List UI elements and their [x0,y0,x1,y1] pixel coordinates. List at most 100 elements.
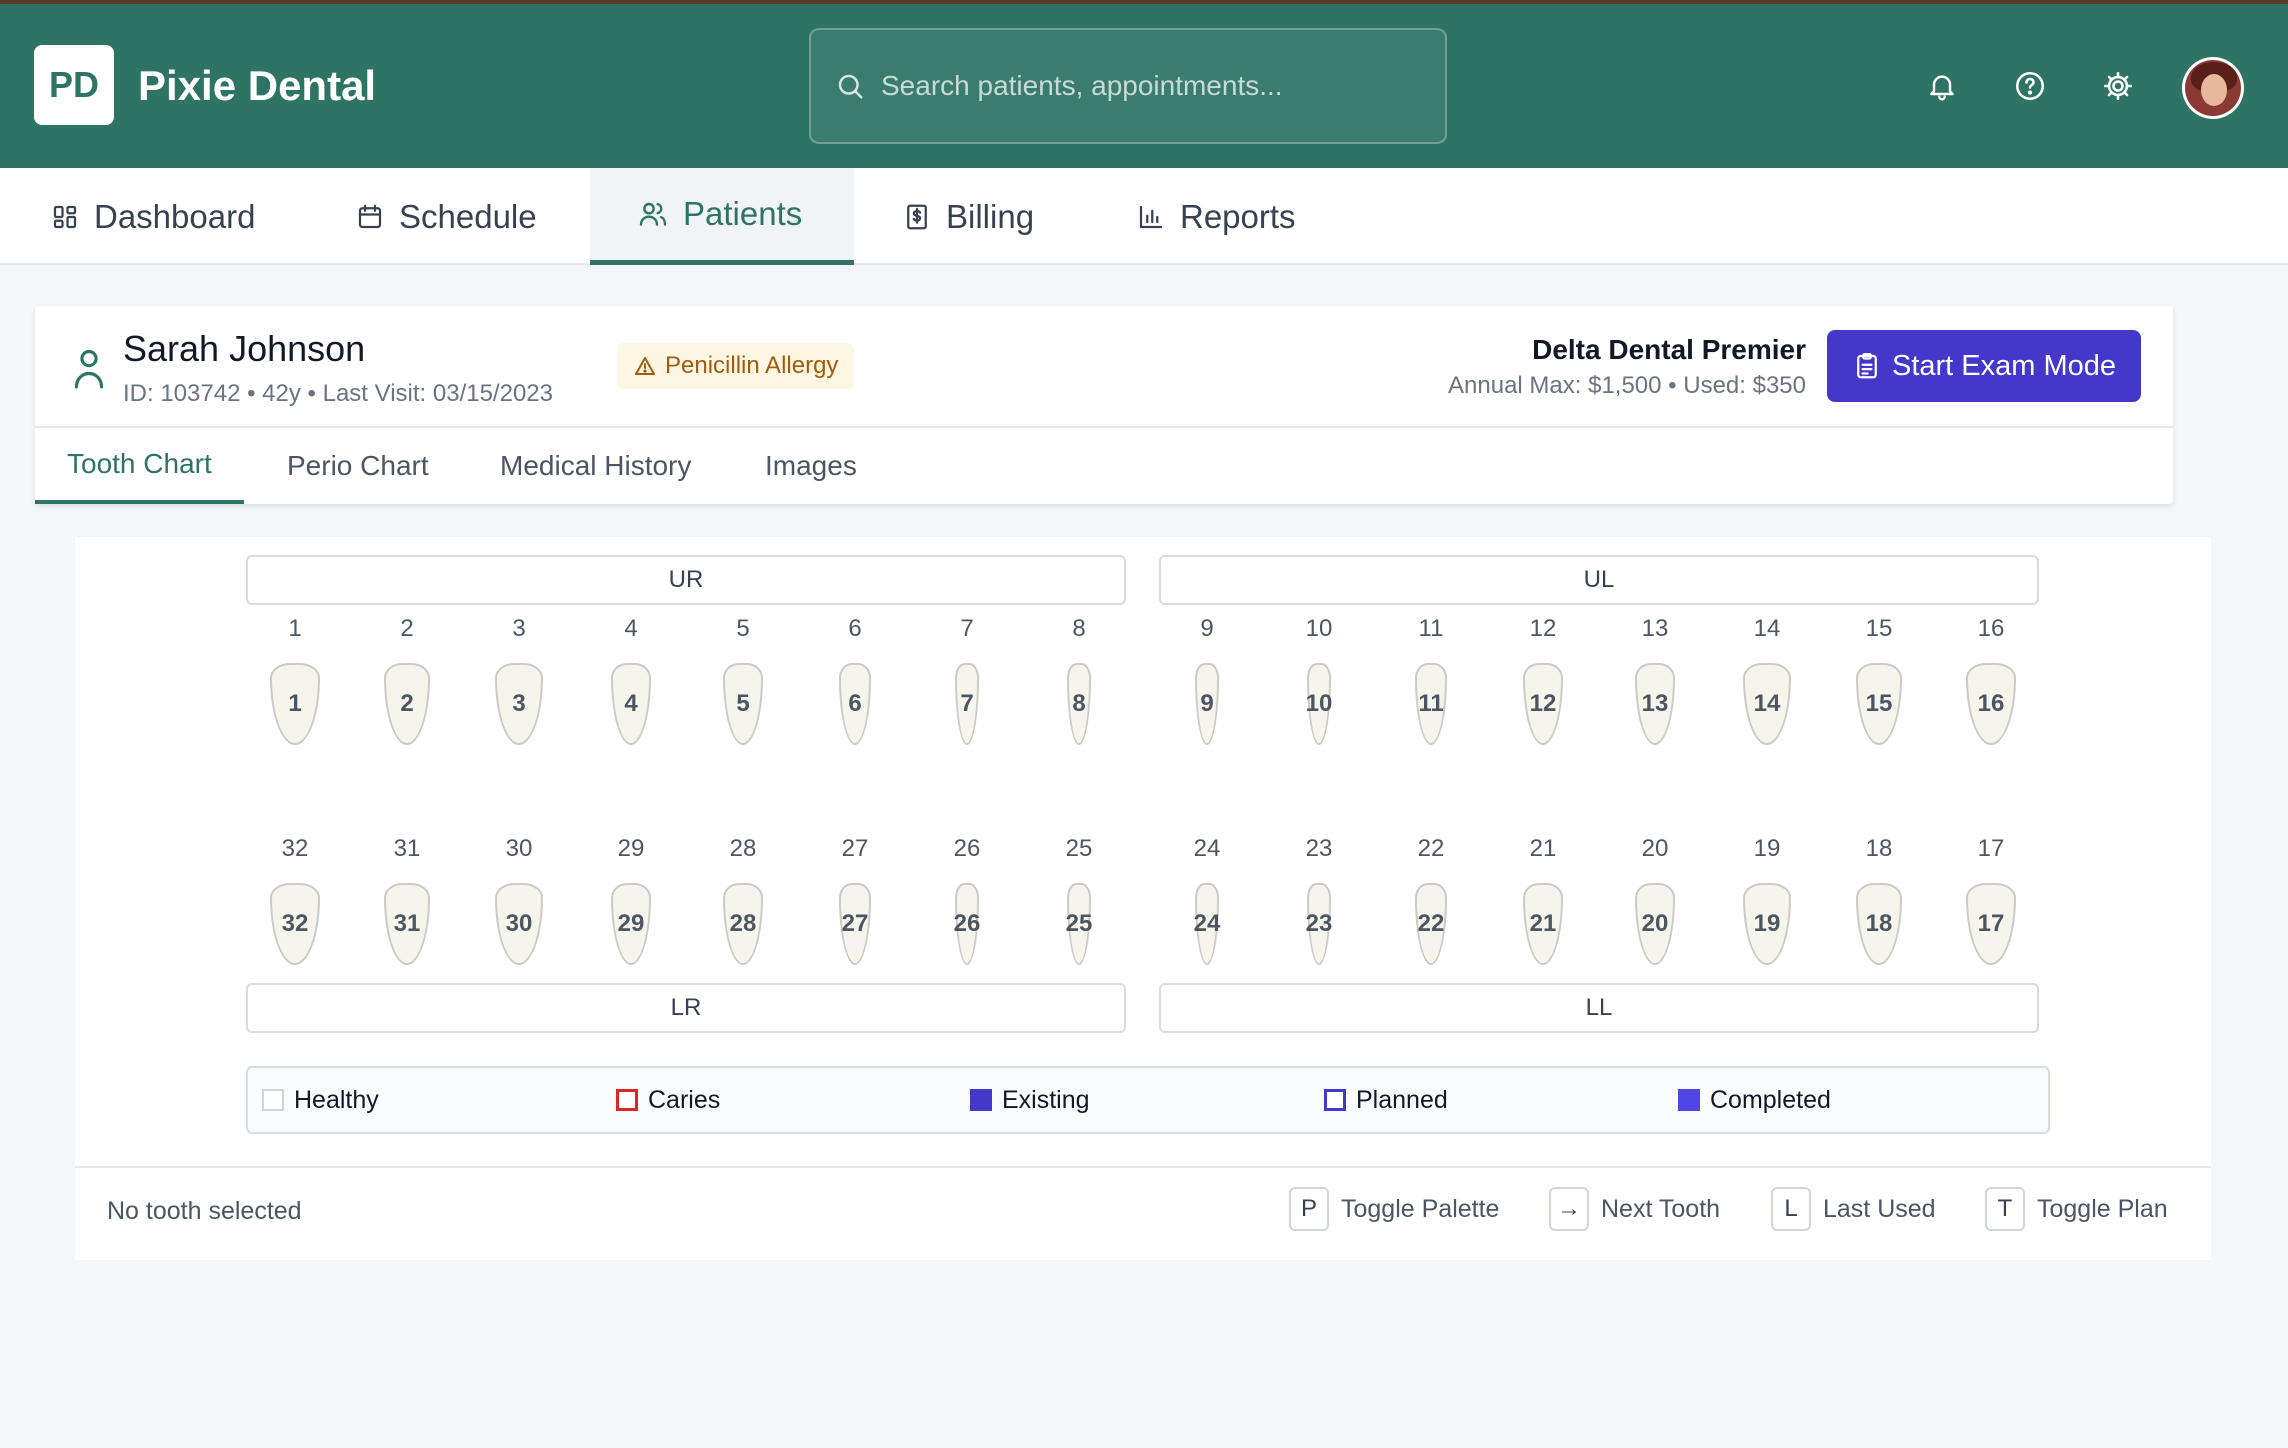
shortcut-last-used-label: Last Used [1823,1194,1936,1223]
tab-images[interactable]: Images [733,428,889,504]
lower-tooth-number: 24 [1193,835,1221,862]
tooth[interactable]: 15 [1856,663,1902,745]
lower-tooth-number: 29 [617,835,645,862]
lower-tooth-number: 31 [393,835,421,862]
lower-tooth-number: 30 [505,835,533,862]
app-logo: PD [34,45,114,125]
nav-billing-label: Billing [946,197,1035,235]
tooth[interactable]: 4 [611,663,651,745]
tooth[interactable]: 23 [1306,883,1332,965]
upper-tooth-number: 5 [736,615,750,642]
upper-tooth-number: 1 [288,615,302,642]
bar-chart-icon [1139,205,1163,228]
tooth[interactable]: 17 [1966,883,2016,965]
tooth[interactable]: 11 [1415,663,1447,745]
panel-divider [75,1166,2211,1168]
tab-perio-chart[interactable]: Perio Chart [255,428,461,504]
tooth[interactable]: 13 [1635,663,1675,745]
shortcut-last-used[interactable]: L Last Used [1771,1186,1936,1232]
tooth[interactable]: 31 [384,883,430,965]
tooth[interactable]: 9 [1195,663,1219,745]
tooth[interactable]: 18 [1856,883,1902,965]
gear-icon[interactable] [2100,68,2136,104]
tooth[interactable]: 12 [1523,663,1563,745]
insurance-name: Delta Dental Premier [1532,334,1806,365]
shortcut-next-tooth[interactable]: → Next Tooth [1549,1186,1720,1232]
legend-existing: Existing [970,1068,1090,1132]
tooth[interactable]: 32 [270,883,320,965]
search-icon [838,74,863,99]
shortcut-next-tooth-label: Next Tooth [1601,1194,1721,1223]
tooth[interactable]: 2 [384,663,430,745]
legend-caries-label: Caries [648,1085,721,1114]
person-icon [74,349,104,389]
shortcut-key-t: T [1985,1187,2025,1231]
quadrant-ur: UR [246,555,1126,605]
avatar[interactable] [2182,57,2244,119]
tooth[interactable]: 21 [1523,883,1563,965]
allergy-label: Penicillin Allergy [665,352,839,379]
bell-icon[interactable] [1924,68,1960,104]
shortcut-toggle-palette[interactable]: P Toggle Palette [1289,1186,1499,1232]
legend-healthy: Healthy [262,1068,379,1132]
nav-dashboard[interactable]: Dashboard [50,168,255,265]
legend-swatch-caries [616,1089,638,1111]
tab-medical-history[interactable]: Medical History [468,428,723,504]
tooth[interactable]: 19 [1743,883,1791,965]
legend-caries: Caries [616,1068,720,1132]
tooth[interactable]: 30 [495,883,543,965]
lower-tooth-number: 18 [1865,835,1893,862]
warning-icon [635,357,655,375]
tooth[interactable]: 7 [955,663,979,745]
tooth[interactable]: 3 [495,663,543,745]
legend-healthy-label: Healthy [294,1085,379,1114]
tooth[interactable]: 29 [611,883,651,965]
legend-completed-label: Completed [1710,1085,1831,1114]
legend-swatch-healthy [262,1089,284,1111]
upper-tooth-number: 9 [1200,615,1214,642]
upper-tooth-number: 4 [624,615,638,642]
tooth[interactable]: 22 [1415,883,1447,965]
tooth[interactable]: 8 [1067,663,1091,745]
legend-planned: Planned [1324,1068,1448,1132]
tooth[interactable]: 25 [1066,883,1092,965]
nav-reports-label: Reports [1180,197,1296,235]
tooth[interactable]: 20 [1635,883,1675,965]
tab-tooth-chart[interactable]: Tooth Chart [35,428,244,504]
help-icon[interactable] [2012,68,2048,104]
tooth[interactable]: 5 [723,663,763,745]
tooth[interactable]: 16 [1966,663,2016,745]
legend-existing-label: Existing [1002,1085,1090,1114]
search-input[interactable] [881,70,1421,102]
shortcut-key-l: L [1771,1187,1811,1231]
tooth[interactable]: 10 [1306,663,1332,745]
start-exam-button[interactable]: Start Exam Mode [1827,330,2141,402]
quadrant-ul: UL [1159,555,2039,605]
lower-tooth-number: 28 [729,835,757,862]
legend-swatch-planned [1324,1089,1346,1111]
shortcut-toggle-plan[interactable]: T Toggle Plan [1985,1186,2168,1232]
tooth[interactable]: 27 [839,883,871,965]
tooth[interactable]: 14 [1743,663,1791,745]
patient-name: Sarah Johnson [123,328,366,369]
tooth[interactable]: 24 [1194,883,1220,965]
tooth-chart-panel: UR UL LR LL Healthy Caries Existing Plan… [75,537,2211,1260]
upper-tooth-number: 16 [1977,615,2005,642]
upper-tooth-number: 14 [1753,615,1781,642]
nav-patients[interactable]: Patients [590,168,854,265]
lower-tooth-number: 22 [1417,835,1445,862]
tooth[interactable]: 28 [723,883,763,965]
insurance-meta: Annual Max: $1,500 • Used: $350 [1448,372,1806,399]
tooth[interactable]: 26 [954,883,980,965]
nav-dashboard-label: Dashboard [94,197,256,235]
tooth[interactable]: 6 [839,663,871,745]
quadrant-ll: LL [1159,983,2039,1033]
tooth[interactable]: 1 [270,663,320,745]
upper-tooth-number: 10 [1305,615,1333,642]
nav-schedule[interactable]: Schedule [355,168,537,265]
nav-billing[interactable]: Billing [902,168,1034,265]
grid-icon [53,205,77,228]
nav-reports[interactable]: Reports [1136,168,1296,265]
search-box[interactable] [809,28,1447,144]
patient-meta: ID: 103742 • 42y • Last Visit: 03/15/202… [123,380,553,407]
